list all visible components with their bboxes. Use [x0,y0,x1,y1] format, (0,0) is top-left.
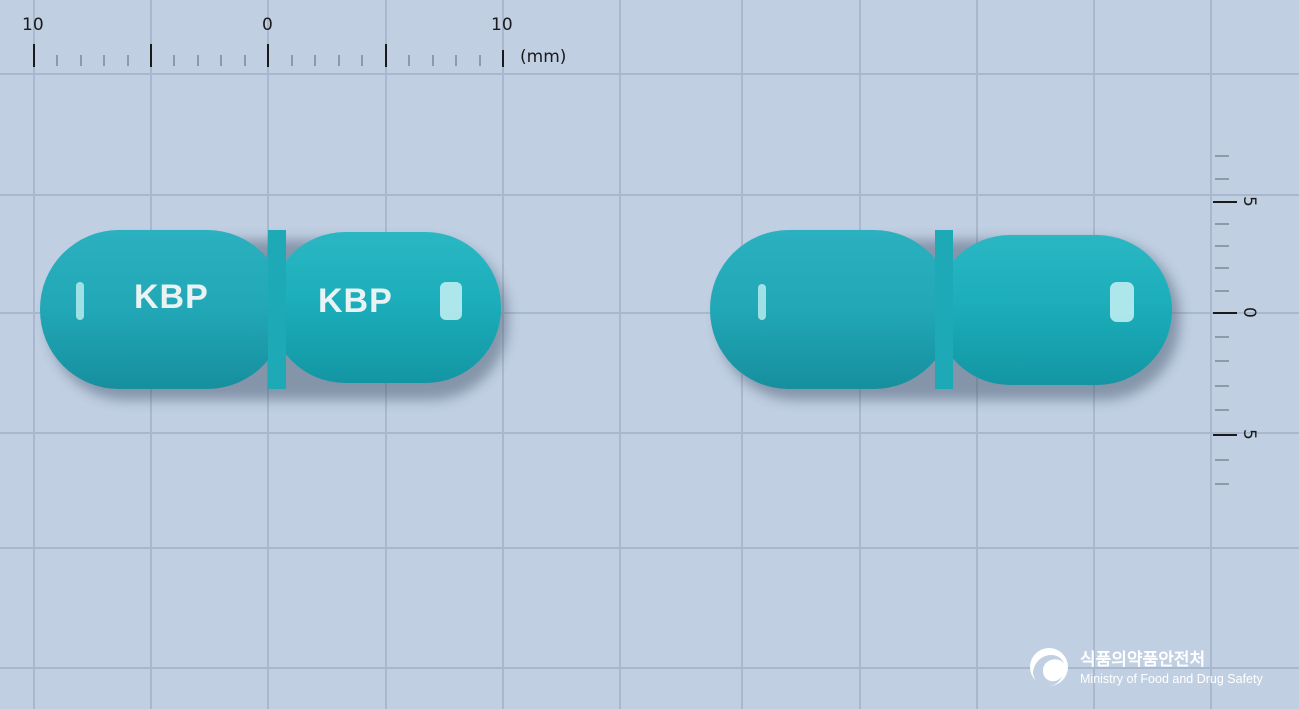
top-ruler-label-left: 10 [22,15,44,35]
capsule-cap [710,230,953,389]
top-ruler-label-right: 10 [491,15,513,35]
capsule-highlight [758,284,766,320]
pill-photo: 10 0 10 (mm) 5 0 5 KBP KBP 식품의약품안전처 Mini… [0,0,1299,709]
capsule-body [935,235,1172,385]
capsule-highlight [76,282,84,320]
logo-english-name: Ministry of Food and Drug Safety [1080,672,1263,686]
capsule-cap-rim [935,230,953,389]
side-ruler-label-top: 5 [1239,196,1259,207]
photo-canvas: 10 0 10 (mm) 5 0 5 KBP KBP 식품의약품안전처 Mini… [0,0,1299,709]
right-capsule [710,230,1180,400]
side-ruler: 5 0 5 [1213,155,1259,485]
mfds-taegeuk-icon [1030,648,1068,687]
side-ruler-label-bottom: 5 [1239,429,1259,440]
capsule-cap-rim [268,230,286,389]
imprint-left: KBP [134,278,209,316]
logo-korean-name: 식품의약품안전처 [1080,649,1205,670]
top-ruler: 10 0 10 (mm) [22,15,566,67]
capsule-highlight [440,282,462,320]
side-ruler-label-center: 0 [1239,307,1259,318]
imprint-right: KBP [318,282,393,320]
left-capsule: KBP KBP [40,230,508,400]
top-ruler-unit: (mm) [520,47,566,67]
capsule-highlight [1110,282,1134,322]
top-ruler-label-center: 0 [262,15,273,35]
